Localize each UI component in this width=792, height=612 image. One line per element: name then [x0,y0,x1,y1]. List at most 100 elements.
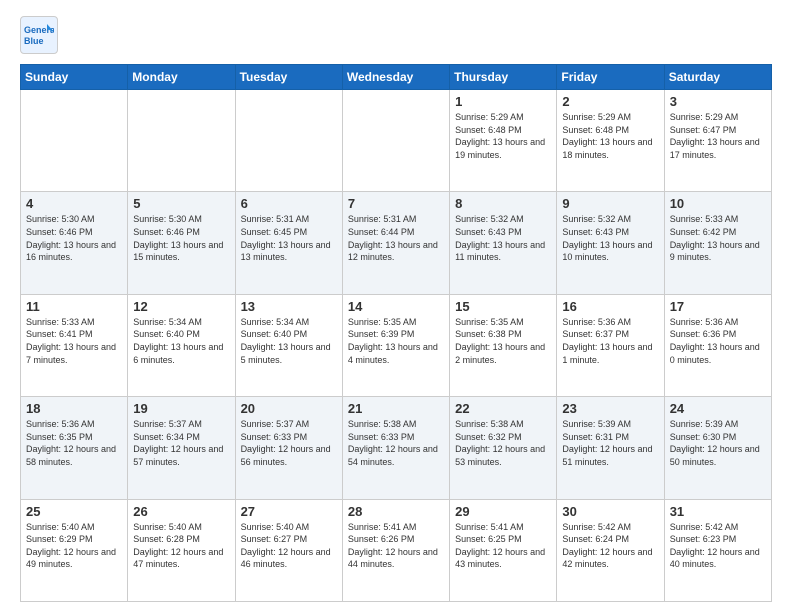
day-info: Sunrise: 5:32 AM Sunset: 6:43 PM Dayligh… [562,213,658,263]
day-info: Sunrise: 5:29 AM Sunset: 6:47 PM Dayligh… [670,111,766,161]
day-number: 22 [455,401,551,416]
day-info: Sunrise: 5:30 AM Sunset: 6:46 PM Dayligh… [26,213,122,263]
day-number: 26 [133,504,229,519]
day-number: 12 [133,299,229,314]
day-cell: 2 Sunrise: 5:29 AM Sunset: 6:48 PM Daylig… [557,90,664,192]
day-cell: 26 Sunrise: 5:40 AM Sunset: 6:28 PM Dayli… [128,499,235,601]
day-info: Sunrise: 5:34 AM Sunset: 6:40 PM Dayligh… [241,316,337,366]
day-info: Sunrise: 5:40 AM Sunset: 6:27 PM Dayligh… [241,521,337,571]
day-info: Sunrise: 5:36 AM Sunset: 6:35 PM Dayligh… [26,418,122,468]
day-number: 25 [26,504,122,519]
day-info: Sunrise: 5:41 AM Sunset: 6:26 PM Dayligh… [348,521,444,571]
day-info: Sunrise: 5:42 AM Sunset: 6:24 PM Dayligh… [562,521,658,571]
day-info: Sunrise: 5:40 AM Sunset: 6:28 PM Dayligh… [133,521,229,571]
day-cell: 24 Sunrise: 5:39 AM Sunset: 6:30 PM Dayli… [664,397,771,499]
day-number: 2 [562,94,658,109]
day-info: Sunrise: 5:40 AM Sunset: 6:29 PM Dayligh… [26,521,122,571]
day-number: 24 [670,401,766,416]
day-info: Sunrise: 5:29 AM Sunset: 6:48 PM Dayligh… [562,111,658,161]
day-cell: 8Sunrise: 5:32 AM Sunset: 6:43 PM Daylig… [450,192,557,294]
weekday-header-wednesday: Wednesday [342,65,449,90]
day-info: Sunrise: 5:38 AM Sunset: 6:33 PM Dayligh… [348,418,444,468]
day-number: 13 [241,299,337,314]
day-number: 1 [455,94,551,109]
day-info: Sunrise: 5:39 AM Sunset: 6:31 PM Dayligh… [562,418,658,468]
day-cell: 28 Sunrise: 5:41 AM Sunset: 6:26 PM Dayli… [342,499,449,601]
weekday-header-row: SundayMondayTuesdayWednesdayThursdayFrid… [21,65,772,90]
day-cell: 18 Sunrise: 5:36 AM Sunset: 6:35 PM Dayli… [21,397,128,499]
day-cell: 23 Sunrise: 5:39 AM Sunset: 6:31 PM Dayli… [557,397,664,499]
day-cell [128,90,235,192]
day-info: Sunrise: 5:37 AM Sunset: 6:34 PM Dayligh… [133,418,229,468]
week-row-3: 11 Sunrise: 5:33 AM Sunset: 6:41 PM Dayli… [21,294,772,396]
day-cell: 19 Sunrise: 5:37 AM Sunset: 6:34 PM Dayli… [128,397,235,499]
day-cell: 1 Sunrise: 5:29 AM Sunset: 6:48 PM Daylig… [450,90,557,192]
day-cell: 27 Sunrise: 5:40 AM Sunset: 6:27 PM Dayli… [235,499,342,601]
day-number: 28 [348,504,444,519]
day-info: Sunrise: 5:36 AM Sunset: 6:37 PM Dayligh… [562,316,658,366]
logo: General Blue [20,16,58,54]
calendar-table: SundayMondayTuesdayWednesdayThursdayFrid… [20,64,772,602]
weekday-header-tuesday: Tuesday [235,65,342,90]
day-info: Sunrise: 5:30 AM Sunset: 6:46 PM Dayligh… [133,213,229,263]
weekday-header-monday: Monday [128,65,235,90]
day-cell: 11 Sunrise: 5:33 AM Sunset: 6:41 PM Dayli… [21,294,128,396]
day-number: 30 [562,504,658,519]
day-number: 20 [241,401,337,416]
weekday-header-thursday: Thursday [450,65,557,90]
page: General Blue SundayMondayTuesdayWednesda… [0,0,792,612]
day-number: 10 [670,196,766,211]
day-cell: 25 Sunrise: 5:40 AM Sunset: 6:29 PM Dayli… [21,499,128,601]
day-number: 23 [562,401,658,416]
day-info: Sunrise: 5:33 AM Sunset: 6:41 PM Dayligh… [26,316,122,366]
day-number: 3 [670,94,766,109]
day-cell: 14Sunrise: 5:35 AM Sunset: 6:39 PM Dayli… [342,294,449,396]
day-cell: 5 Sunrise: 5:30 AM Sunset: 6:46 PM Daylig… [128,192,235,294]
day-info: Sunrise: 5:39 AM Sunset: 6:30 PM Dayligh… [670,418,766,468]
svg-text:Blue: Blue [24,36,44,46]
day-cell: 13 Sunrise: 5:34 AM Sunset: 6:40 PM Dayli… [235,294,342,396]
week-row-2: 4Sunrise: 5:30 AM Sunset: 6:46 PM Daylig… [21,192,772,294]
day-number: 6 [241,196,337,211]
day-cell: 7 Sunrise: 5:31 AM Sunset: 6:44 PM Daylig… [342,192,449,294]
day-number: 5 [133,196,229,211]
day-info: Sunrise: 5:34 AM Sunset: 6:40 PM Dayligh… [133,316,229,366]
week-row-4: 18 Sunrise: 5:36 AM Sunset: 6:35 PM Dayli… [21,397,772,499]
day-cell: 3 Sunrise: 5:29 AM Sunset: 6:47 PM Daylig… [664,90,771,192]
day-info: Sunrise: 5:36 AM Sunset: 6:36 PM Dayligh… [670,316,766,366]
logo-graphic: General Blue [20,16,58,54]
day-number: 27 [241,504,337,519]
day-number: 18 [26,401,122,416]
day-info: Sunrise: 5:35 AM Sunset: 6:38 PM Dayligh… [455,316,551,366]
day-info: Sunrise: 5:33 AM Sunset: 6:42 PM Dayligh… [670,213,766,263]
day-number: 9 [562,196,658,211]
day-info: Sunrise: 5:31 AM Sunset: 6:44 PM Dayligh… [348,213,444,263]
weekday-header-friday: Friday [557,65,664,90]
day-cell: 29Sunrise: 5:41 AM Sunset: 6:25 PM Dayli… [450,499,557,601]
day-cell: 9 Sunrise: 5:32 AM Sunset: 6:43 PM Daylig… [557,192,664,294]
day-number: 17 [670,299,766,314]
day-cell: 15 Sunrise: 5:35 AM Sunset: 6:38 PM Dayli… [450,294,557,396]
day-info: Sunrise: 5:37 AM Sunset: 6:33 PM Dayligh… [241,418,337,468]
day-cell [21,90,128,192]
day-info: Sunrise: 5:31 AM Sunset: 6:45 PM Dayligh… [241,213,337,263]
day-info: Sunrise: 5:41 AM Sunset: 6:25 PM Dayligh… [455,521,551,571]
day-number: 15 [455,299,551,314]
day-cell: 6 Sunrise: 5:31 AM Sunset: 6:45 PM Daylig… [235,192,342,294]
day-cell [342,90,449,192]
day-info: Sunrise: 5:42 AM Sunset: 6:23 PM Dayligh… [670,521,766,571]
day-number: 7 [348,196,444,211]
day-number: 16 [562,299,658,314]
day-number: 8 [455,196,551,211]
day-number: 14 [348,299,444,314]
day-number: 11 [26,299,122,314]
day-info: Sunrise: 5:29 AM Sunset: 6:48 PM Dayligh… [455,111,551,161]
day-cell: 4Sunrise: 5:30 AM Sunset: 6:46 PM Daylig… [21,192,128,294]
day-cell: 30 Sunrise: 5:42 AM Sunset: 6:24 PM Dayli… [557,499,664,601]
day-number: 19 [133,401,229,416]
day-cell: 21Sunrise: 5:38 AM Sunset: 6:33 PM Dayli… [342,397,449,499]
day-cell: 17 Sunrise: 5:36 AM Sunset: 6:36 PM Dayli… [664,294,771,396]
day-cell: 10 Sunrise: 5:33 AM Sunset: 6:42 PM Dayli… [664,192,771,294]
weekday-header-sunday: Sunday [21,65,128,90]
day-number: 31 [670,504,766,519]
